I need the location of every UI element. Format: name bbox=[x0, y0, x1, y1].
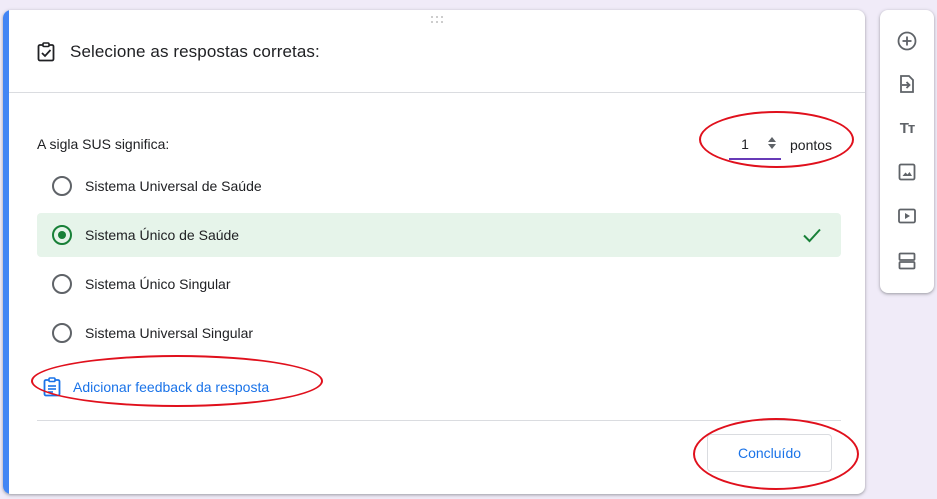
answer-option-correct[interactable]: Sistema Único de Saúde bbox=[37, 213, 841, 257]
points-value: 1 bbox=[741, 136, 749, 152]
points-control: 1 pontos bbox=[729, 130, 832, 160]
drag-handle-icon[interactable] bbox=[431, 16, 447, 26]
card-accent-bar bbox=[3, 10, 9, 494]
radio-button-selected[interactable] bbox=[52, 225, 72, 245]
done-button[interactable]: Concluído bbox=[707, 434, 832, 472]
spinner-arrows-icon[interactable] bbox=[767, 136, 777, 150]
radio-button[interactable] bbox=[52, 274, 72, 294]
add-title-button[interactable]: Tт bbox=[895, 116, 919, 140]
option-label: Sistema Universal de Saúde bbox=[85, 178, 262, 194]
header-title: Selecione as respostas corretas: bbox=[70, 42, 320, 61]
answer-option[interactable]: Sistema Único Singular bbox=[37, 262, 841, 306]
radio-button[interactable] bbox=[52, 323, 72, 343]
option-label: Sistema Único Singular bbox=[85, 276, 231, 292]
answer-option[interactable]: Sistema Universal Singular bbox=[37, 311, 841, 355]
footer-divider bbox=[37, 420, 841, 421]
option-label: Sistema Único de Saúde bbox=[85, 227, 240, 243]
points-input[interactable]: 1 bbox=[729, 130, 781, 160]
check-icon bbox=[803, 228, 821, 243]
radio-dot bbox=[58, 231, 66, 239]
add-section-button[interactable] bbox=[895, 249, 919, 273]
radio-button[interactable] bbox=[52, 176, 72, 196]
feedback-label: Adicionar feedback da resposta bbox=[73, 379, 270, 395]
answer-option[interactable]: Sistema Universal de Saúde bbox=[37, 164, 841, 208]
image-icon bbox=[898, 163, 916, 181]
title-text-icon: Tт bbox=[899, 119, 915, 137]
points-label: pontos bbox=[790, 137, 833, 153]
option-label: Sistema Universal Singular bbox=[85, 325, 254, 341]
header-divider bbox=[9, 92, 865, 93]
import-questions-icon bbox=[900, 75, 914, 93]
checkbox-list-icon bbox=[37, 42, 55, 62]
question-text: A sigla SUS significa: bbox=[37, 136, 170, 152]
side-toolbar: Tт bbox=[880, 10, 934, 293]
add-video-button[interactable] bbox=[895, 204, 919, 228]
section-icon bbox=[898, 252, 916, 270]
feedback-clipboard-icon bbox=[43, 377, 61, 397]
import-questions-button[interactable] bbox=[895, 72, 919, 96]
card-header: Selecione as respostas corretas: bbox=[37, 38, 320, 66]
video-icon bbox=[898, 208, 916, 224]
add-image-button[interactable] bbox=[895, 160, 919, 184]
add-feedback-link[interactable]: Adicionar feedback da resposta bbox=[43, 377, 269, 397]
add-circle-icon bbox=[897, 31, 917, 51]
question-card: Selecione as respostas corretas: A sigla… bbox=[3, 10, 865, 494]
add-question-button[interactable] bbox=[895, 29, 919, 53]
